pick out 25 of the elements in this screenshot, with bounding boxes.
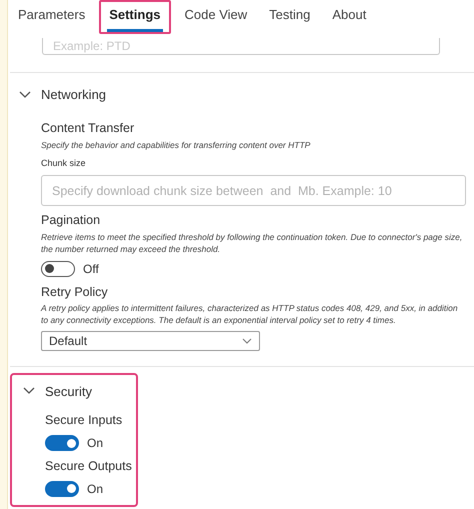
chevron-icon[interactable] (23, 387, 35, 396)
setting-label: Content Transfer (41, 121, 136, 137)
toggle-state-text: On (87, 480, 104, 498)
retry-policy-dropdown[interactable]: Default (41, 331, 260, 352)
field-label: Chunk size (41, 156, 87, 170)
tab[interactable]: Code View (182, 5, 250, 32)
chevron-icon (242, 338, 252, 344)
tab[interactable]: Testing (267, 5, 312, 32)
tab[interactable]: About (330, 5, 368, 32)
tab[interactable]: Parameters (16, 5, 88, 32)
setting-label: Secure Inputs (45, 413, 124, 429)
setting-label: Retry Policy (41, 284, 109, 300)
chunk-size-field[interactable]: Specify download chunk size between and Mb. Example: 10 (41, 175, 466, 206)
setting-description: A retry policy applies to intermittent failures, characterized as HTTP status codes 408, 429, and 5xx, in addition to any connectivity exceptions. The default is an exponential interval policy set to retry 4 times. (41, 302, 459, 326)
toggle-switch[interactable] (45, 435, 79, 451)
toggle-state-text: Off (83, 260, 99, 278)
chevron-icon[interactable] (19, 91, 31, 99)
setting-label: Pagination (41, 213, 102, 229)
toggle-state-text: On (87, 435, 104, 452)
setting-description: Specify the behavior and capabilities for transferring content over HTTP (41, 138, 312, 151)
toggle-switch[interactable] (45, 480, 79, 497)
section-header[interactable]: Security (45, 382, 92, 402)
toggle-switch[interactable] (41, 260, 75, 277)
section-header[interactable]: Networking (41, 85, 106, 105)
setting-description: Retrieve items to meet the specified threshold by following the continuation token. Due to connector's page size, the number returned may exceed the threshold. (41, 230, 464, 255)
